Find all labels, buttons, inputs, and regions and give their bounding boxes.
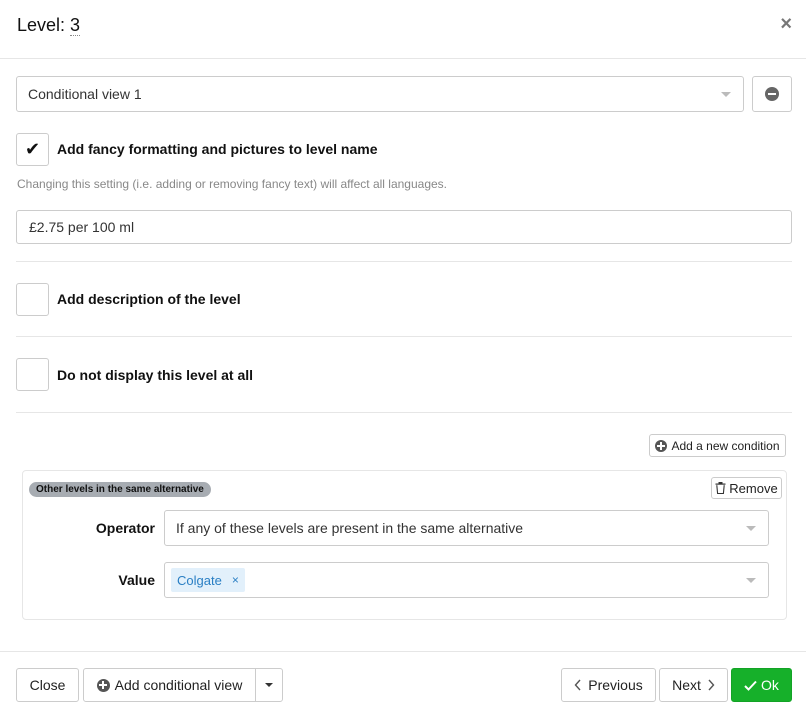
next-label: Next (672, 677, 701, 693)
add-description-label: Add description of the level (57, 291, 241, 307)
close-button[interactable]: Close (16, 668, 79, 702)
next-button[interactable]: Next (659, 668, 728, 702)
close-button-label: Close (29, 677, 66, 693)
value-tag: Colgate × (171, 568, 245, 592)
caret-down-icon (746, 526, 756, 531)
chevron-left-icon (574, 679, 581, 691)
operator-value: If any of these levels are present in th… (176, 520, 524, 536)
add-condition-button[interactable]: Add a new condition (649, 434, 786, 457)
level-modal: Level: 3 × Conditional view 1 ✔ Add fanc… (0, 0, 806, 717)
level-name-input[interactable]: £2.75 per 100 ml (16, 210, 792, 244)
plus-circle-icon (655, 439, 668, 452)
remove-condition-label: Remove (729, 480, 778, 496)
add-conditional-view-button[interactable]: Add conditional view (83, 668, 256, 702)
conditional-view-value: Conditional view 1 (28, 86, 142, 102)
operator-label: Operator (95, 520, 155, 536)
ok-label: Ok (761, 677, 779, 693)
title-prefix: Level: (17, 15, 71, 35)
close-icon[interactable]: × (780, 14, 792, 34)
checkmark-icon: ✔ (24, 139, 41, 159)
divider (16, 412, 792, 413)
add-view-dropdown-toggle[interactable] (255, 668, 283, 702)
previous-button[interactable]: Previous (561, 668, 656, 702)
do-not-display-label: Do not display this level at all (57, 367, 254, 383)
modal-header: Level: 3 × (0, 0, 806, 59)
caret-down-icon (746, 578, 756, 583)
conditional-view-select[interactable]: Conditional view 1 (16, 76, 744, 112)
remove-condition-button[interactable]: Remove (711, 477, 782, 499)
divider (16, 261, 792, 262)
level-name-value: £2.75 per 100 ml (29, 219, 135, 235)
add-condition-label: Add a new condition (671, 438, 780, 453)
modal-title: Level: 3 (17, 15, 81, 36)
footer-divider (0, 651, 806, 652)
trash-icon (715, 482, 726, 494)
minus-circle-icon (765, 87, 779, 101)
condition-type-badge: Other levels in the same alternative (29, 482, 211, 497)
previous-label: Previous (588, 677, 643, 693)
value-multiselect[interactable]: Colgate × (164, 562, 769, 598)
condition-panel: Other levels in the same alternative Rem… (22, 470, 787, 620)
divider (16, 336, 792, 337)
add-description-checkbox[interactable] (16, 283, 49, 316)
operator-select[interactable]: If any of these levels are present in th… (164, 510, 769, 546)
value-tag-text: Colgate (177, 572, 222, 588)
remove-view-button[interactable] (752, 76, 792, 112)
fancy-formatting-label: Add fancy formatting and pictures to lev… (57, 141, 378, 157)
fancy-formatting-help: Changing this setting (i.e. adding or re… (17, 177, 448, 191)
caret-down-icon (721, 92, 731, 97)
fancy-formatting-checkbox[interactable]: ✔ (16, 133, 49, 166)
add-conditional-view-label: Add conditional view (114, 677, 243, 693)
caret-down-icon (265, 683, 273, 687)
value-label: Value (118, 572, 155, 588)
level-number: 3 (70, 15, 81, 36)
checkmark-icon (744, 680, 757, 691)
tag-remove-icon[interactable]: × (232, 573, 239, 587)
plus-circle-icon (96, 678, 110, 692)
do-not-display-checkbox[interactable] (16, 358, 49, 391)
ok-button[interactable]: Ok (731, 668, 792, 702)
chevron-right-icon (708, 679, 715, 691)
